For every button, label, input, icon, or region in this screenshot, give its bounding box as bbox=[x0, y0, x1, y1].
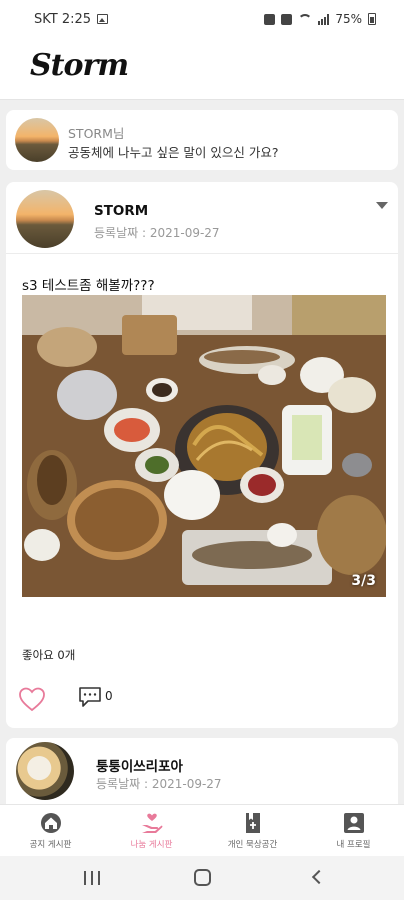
signal-icon bbox=[318, 13, 330, 25]
home-button-icon[interactable] bbox=[194, 869, 211, 886]
tab-label: 나눔 게시판 bbox=[130, 840, 173, 850]
heart-icon[interactable] bbox=[18, 686, 46, 712]
comment-icon[interactable] bbox=[78, 686, 102, 708]
likes-count: 좋아요 0개 bbox=[22, 648, 76, 662]
app-bar: Storm bbox=[0, 38, 404, 100]
book-icon bbox=[245, 813, 260, 833]
post-content: s3 테스트좀 해볼까??? bbox=[22, 278, 155, 294]
status-bar: SKT 2:25 75% bbox=[0, 0, 404, 38]
tab-my-profile[interactable]: 내 프로필 bbox=[303, 805, 404, 856]
post-header: STORM 등록날짜 : 2021-09-27 bbox=[6, 182, 398, 254]
carrier-time: SKT 2:25 bbox=[34, 11, 92, 27]
dropdown-icon[interactable] bbox=[376, 202, 388, 209]
profile-icon bbox=[343, 813, 364, 833]
author-avatar[interactable] bbox=[16, 190, 74, 248]
app-logo: Storm bbox=[30, 48, 129, 83]
battery-percent: 75% bbox=[335, 12, 362, 26]
bottom-nav: 공지 게시판 나눔 게시판 개인 묵상공간 내 프로필 bbox=[0, 804, 404, 856]
post-card: STORM 등록날짜 : 2021-09-27 s3 테스트좀 해볼까??? 3… bbox=[6, 182, 398, 728]
tab-label: 내 프로필 bbox=[336, 840, 371, 850]
image-icon bbox=[97, 14, 109, 24]
image-counter: 3/3 bbox=[351, 573, 376, 589]
comment-count: 0 bbox=[105, 689, 113, 703]
system-nav-bar bbox=[0, 856, 404, 900]
recent-apps-icon[interactable] bbox=[84, 871, 100, 885]
user-avatar bbox=[15, 118, 59, 162]
composer-prompt[interactable]: 공동체에 나누고 싶은 말이 있으신 가요? bbox=[68, 142, 279, 161]
author-avatar[interactable] bbox=[16, 742, 74, 800]
mute-icon bbox=[281, 13, 293, 25]
wifi-icon bbox=[298, 14, 313, 24]
back-icon[interactable] bbox=[311, 869, 327, 885]
tab-label: 공지 게시판 bbox=[29, 840, 72, 850]
share-hand-icon bbox=[141, 813, 162, 833]
composer-user-name: STORM님 bbox=[68, 126, 125, 141]
alarm-icon bbox=[264, 13, 276, 25]
tab-label: 개인 묵상공간 bbox=[227, 840, 278, 850]
post-author[interactable]: STORM bbox=[94, 203, 148, 219]
home-icon bbox=[40, 813, 61, 833]
post-date: 등록날짜 : 2021-09-27 bbox=[94, 226, 220, 240]
food-table-image bbox=[22, 295, 386, 597]
post-photo[interactable]: 3/3 bbox=[22, 295, 386, 597]
post-composer[interactable]: STORM님 공동체에 나누고 싶은 말이 있으신 가요? bbox=[6, 110, 398, 170]
post-date: 등록날짜 : 2021-09-27 bbox=[96, 777, 222, 791]
post-author[interactable]: 퉁퉁이쓰리포아 bbox=[96, 755, 183, 775]
tab-notice-board[interactable]: 공지 게시판 bbox=[0, 805, 101, 856]
tab-meditation-space[interactable]: 개인 묵상공간 bbox=[202, 805, 303, 856]
tab-sharing-board[interactable]: 나눔 게시판 bbox=[101, 805, 202, 856]
battery-icon bbox=[368, 13, 376, 25]
